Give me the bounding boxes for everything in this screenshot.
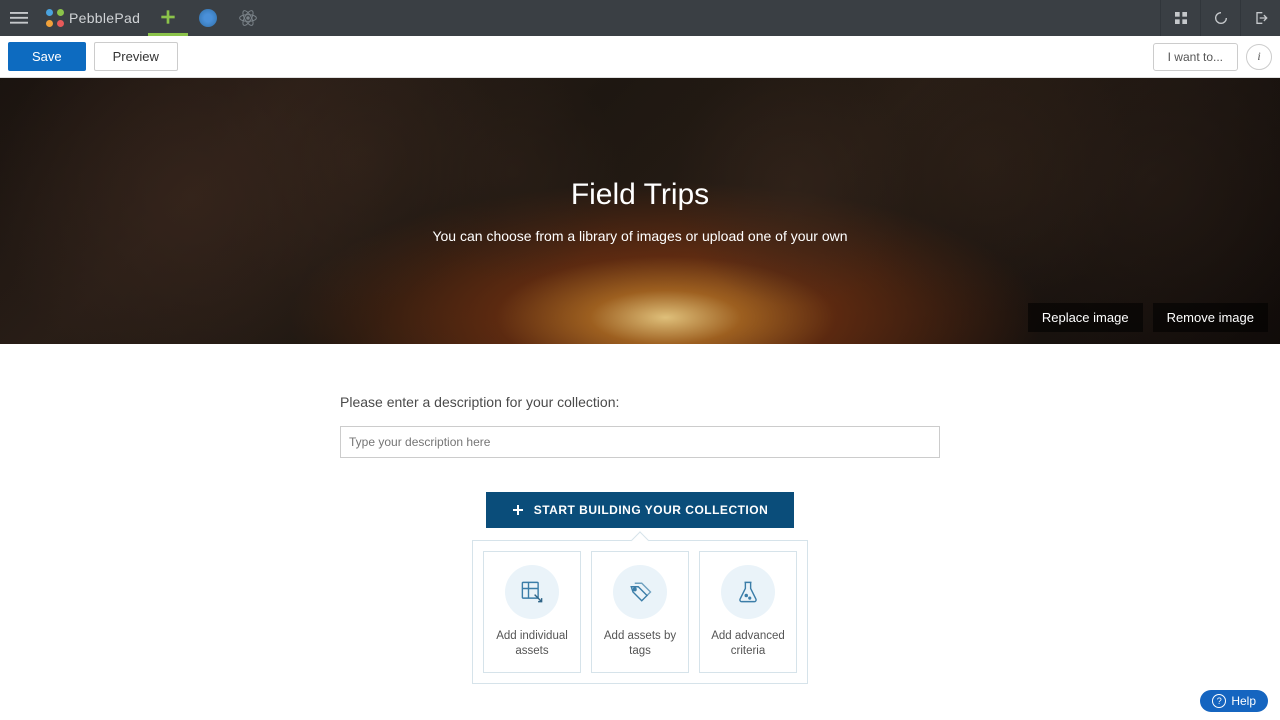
progress-icon[interactable]	[1200, 0, 1240, 36]
brand-name: PebblePad	[69, 10, 140, 26]
brand-logo[interactable]: PebblePad	[38, 9, 148, 27]
add-advanced-criteria-card[interactable]: Add advanced criteria	[699, 551, 797, 673]
content: Please enter a description for your coll…	[0, 344, 1280, 684]
actionbar: Save Preview I want to... i	[0, 36, 1280, 78]
atom-icon[interactable]	[228, 0, 268, 36]
help-label: Help	[1231, 694, 1256, 708]
description-input[interactable]	[340, 426, 940, 458]
grid-icon[interactable]	[1160, 0, 1200, 36]
menu-icon[interactable]	[0, 0, 38, 36]
logo-icon	[46, 9, 64, 27]
banner-subtitle: You can choose from a library of images …	[432, 228, 847, 244]
card-label: Add individual assets	[490, 629, 574, 659]
help-icon: ?	[1212, 694, 1226, 708]
preview-button[interactable]: Preview	[94, 42, 178, 71]
banner: Field Trips You can choose from a librar…	[0, 78, 1280, 344]
start-building-button[interactable]: START BUILDING YOUR COLLECTION	[486, 492, 795, 528]
start-building-label: START BUILDING YOUR COLLECTION	[534, 503, 769, 517]
topbar: PebblePad	[0, 0, 1280, 36]
add-assets-by-tags-card[interactable]: Add assets by tags	[591, 551, 689, 673]
globe-icon[interactable]	[188, 0, 228, 36]
card-label: Add advanced criteria	[706, 629, 790, 659]
logout-icon[interactable]	[1240, 0, 1280, 36]
replace-image-button[interactable]: Replace image	[1028, 303, 1143, 332]
add-individual-assets-card[interactable]: Add individual assets	[483, 551, 581, 673]
i-want-to-button[interactable]: I want to...	[1153, 43, 1238, 71]
save-button[interactable]: Save	[8, 42, 86, 71]
description-label: Please enter a description for your coll…	[340, 394, 940, 410]
page-title[interactable]: Field Trips	[571, 178, 709, 212]
remove-image-button[interactable]: Remove image	[1153, 303, 1268, 332]
tags-icon	[613, 565, 667, 619]
card-label: Add assets by tags	[598, 629, 682, 659]
assets-icon	[505, 565, 559, 619]
plus-icon	[512, 504, 524, 516]
build-options-popover: Add individual assets Add assets by tags…	[472, 540, 808, 684]
info-button[interactable]: i	[1246, 44, 1272, 70]
add-icon[interactable]	[148, 0, 188, 36]
flask-icon	[721, 565, 775, 619]
help-button[interactable]: ? Help	[1200, 690, 1268, 712]
